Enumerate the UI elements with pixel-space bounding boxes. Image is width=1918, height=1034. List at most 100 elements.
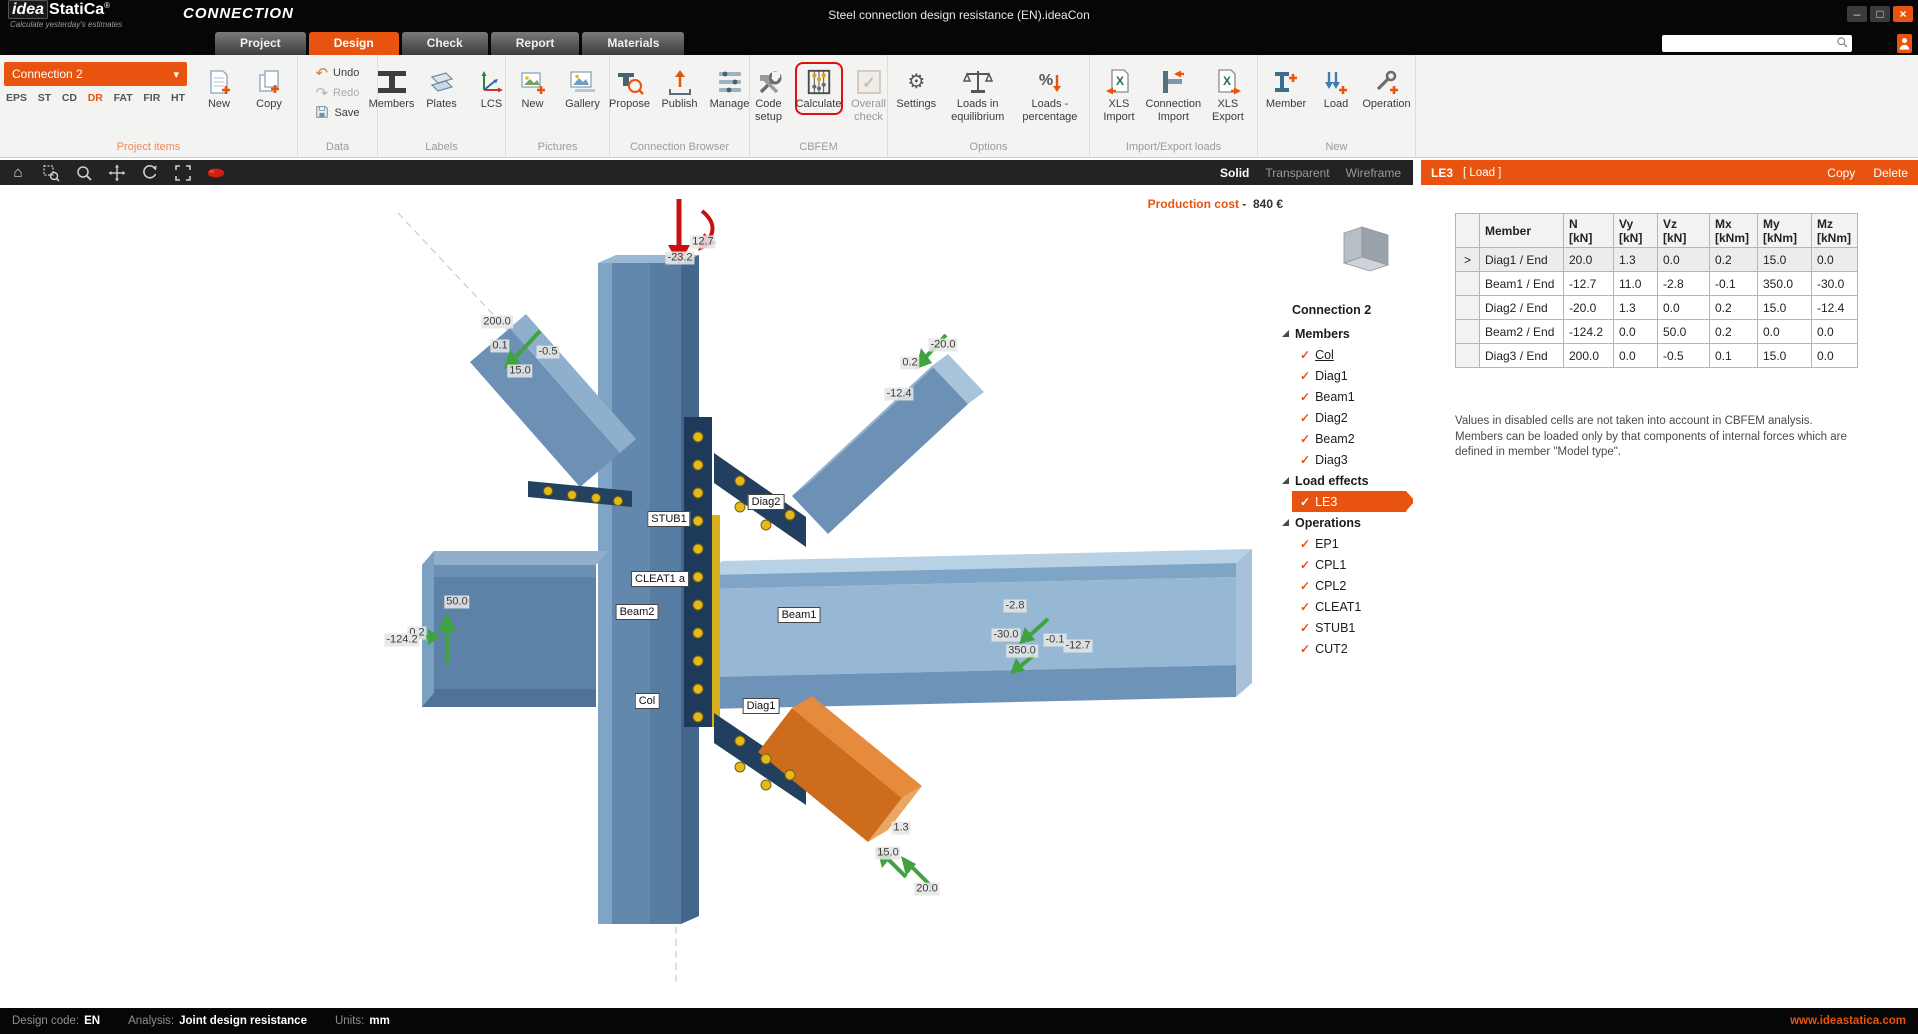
ribbon-tab-row: ProjectDesignCheckReportMaterials bbox=[0, 32, 1918, 55]
ribbon-group-data: ↶ Undo ↷ Redo Save Data bbox=[298, 55, 378, 157]
propose-button[interactable]: Propose bbox=[606, 62, 654, 115]
viewport-3d[interactable]: STUB1CLEAT1 aBeam2Beam1ColDiag2Diag112.7… bbox=[0, 185, 1413, 1008]
code-fat[interactable]: FAT bbox=[114, 92, 133, 104]
new-member-button[interactable]: Member bbox=[1262, 62, 1310, 115]
loads-percentage-button[interactable]: % Loads - percentage bbox=[1015, 62, 1085, 127]
tree-item-col[interactable]: ✓Col bbox=[1278, 344, 1412, 365]
app-logo: ideaStatiCa® Calculate yesterday's estim… bbox=[8, 2, 122, 29]
model-tree: Connection 2Members✓Col✓Diag1✓Beam1✓Diag… bbox=[1278, 301, 1412, 659]
tree-item-cut2[interactable]: ✓CUT2 bbox=[1278, 638, 1412, 659]
display-mode-transparent[interactable]: Transparent bbox=[1265, 166, 1329, 180]
tree-item-cpl2[interactable]: ✓CPL2 bbox=[1278, 575, 1412, 596]
connection-selector[interactable]: Connection 2 ▾ bbox=[4, 62, 187, 86]
code-eps[interactable]: EPS bbox=[6, 92, 27, 104]
new-picture-button[interactable]: New bbox=[509, 62, 557, 115]
search-box[interactable] bbox=[1662, 35, 1852, 52]
display-mode-wireframe[interactable]: Wireframe bbox=[1346, 166, 1401, 180]
tree-item-diag3[interactable]: ✓Diag3 bbox=[1278, 449, 1412, 470]
table-row-beam2-end[interactable]: Beam2 / End-124.20.050.00.20.00.0 bbox=[1456, 320, 1858, 344]
tab-project[interactable]: Project bbox=[215, 32, 306, 55]
table-row-diag1-end[interactable]: >Diag1 / End20.01.30.00.215.00.0 bbox=[1456, 248, 1858, 272]
new-operation-button[interactable]: Operation bbox=[1362, 62, 1411, 115]
tab-check[interactable]: Check bbox=[402, 32, 488, 55]
code-cd[interactable]: CD bbox=[62, 92, 77, 104]
gallery-button[interactable]: Gallery bbox=[559, 62, 607, 115]
code-dr[interactable]: DR bbox=[88, 92, 103, 104]
tree-item-diag1[interactable]: ✓Diag1 bbox=[1278, 365, 1412, 386]
pan-button[interactable] bbox=[107, 163, 127, 183]
group-label-project-items: Project items bbox=[0, 140, 297, 157]
new-item-icon bbox=[207, 66, 231, 98]
tree-root[interactable]: Connection 2 bbox=[1278, 301, 1412, 323]
home-view-button[interactable]: ⌂ bbox=[8, 163, 28, 183]
code-st[interactable]: ST bbox=[38, 92, 51, 104]
orientation-widget[interactable] bbox=[1344, 227, 1388, 271]
connection-import-button[interactable]: Connection Import bbox=[1146, 62, 1201, 127]
delete-load-button[interactable]: Delete bbox=[1873, 166, 1908, 180]
tree-item-beam1[interactable]: ✓Beam1 bbox=[1278, 386, 1412, 407]
undo-button[interactable]: ↶ Undo bbox=[312, 64, 362, 82]
members-labels-button[interactable]: Members bbox=[368, 62, 416, 115]
tree-section-load-effects[interactable]: Load effects bbox=[1278, 470, 1412, 491]
maximize-button[interactable]: □ bbox=[1870, 6, 1890, 22]
zoom-fit-button[interactable] bbox=[173, 163, 193, 183]
tree-section-members[interactable]: Members bbox=[1278, 323, 1412, 344]
gear-icon: ⚙ bbox=[907, 66, 925, 98]
minimize-button[interactable]: – bbox=[1847, 6, 1867, 22]
percent-icon: % bbox=[1036, 66, 1064, 98]
user-account-icon[interactable] bbox=[1897, 34, 1912, 53]
diag1-member[interactable] bbox=[758, 696, 922, 842]
table-row-beam1-end[interactable]: Beam1 / End-12.711.0-2.8-0.1350.0-30.0 bbox=[1456, 272, 1858, 296]
website-link[interactable]: www.ideastatica.com bbox=[1790, 1015, 1906, 1027]
paint-results-button[interactable] bbox=[206, 163, 226, 183]
xls-import-button[interactable]: X XLS Import bbox=[1094, 62, 1144, 127]
publish-button[interactable]: Publish bbox=[656, 62, 704, 115]
code-ht[interactable]: HT bbox=[171, 92, 185, 104]
connection-3d-scene[interactable] bbox=[0, 185, 1413, 1008]
tree-section-operations[interactable]: Operations bbox=[1278, 512, 1412, 533]
save-button[interactable]: Save bbox=[312, 104, 362, 122]
overall-check-button[interactable]: ✓ Overall check bbox=[845, 62, 893, 127]
tree-item-ep1[interactable]: ✓EP1 bbox=[1278, 533, 1412, 554]
settings-button[interactable]: ⚙ Settings bbox=[892, 62, 941, 115]
table-row-diag3-end[interactable]: Diag3 / End200.00.0-0.50.115.00.0 bbox=[1456, 344, 1858, 368]
new-project-item-button[interactable]: New bbox=[195, 62, 243, 115]
redo-button[interactable]: ↷ Redo bbox=[312, 84, 362, 102]
production-cost: Production cost - 840 € bbox=[1148, 197, 1283, 211]
tab-design[interactable]: Design bbox=[309, 32, 399, 55]
beam1-member[interactable] bbox=[706, 549, 1252, 709]
code-setup-button[interactable]: Code setup bbox=[745, 62, 793, 127]
diag2-member[interactable] bbox=[792, 354, 984, 534]
rotate-button[interactable] bbox=[140, 163, 160, 183]
new-load-button[interactable]: Load bbox=[1312, 62, 1360, 115]
tab-materials[interactable]: Materials bbox=[582, 32, 684, 55]
status-analysis: Analysis:Joint design resistance bbox=[128, 1015, 307, 1027]
plates-labels-button[interactable]: Plates bbox=[418, 62, 466, 115]
display-modes: Solid Transparent Wireframe bbox=[1220, 166, 1405, 180]
tab-report[interactable]: Report bbox=[491, 32, 580, 55]
col-member[interactable] bbox=[598, 255, 699, 924]
xls-export-button[interactable]: X XLS Export bbox=[1203, 62, 1253, 127]
logo-idea: idea bbox=[8, 0, 48, 19]
tree-item-cleat1[interactable]: ✓CLEAT1 bbox=[1278, 596, 1412, 617]
scales-icon bbox=[963, 66, 993, 98]
close-button[interactable]: × bbox=[1893, 6, 1913, 22]
zoom-button[interactable] bbox=[74, 163, 94, 183]
table-row-diag2-end[interactable]: Diag2 / End-20.01.30.00.215.0-12.4 bbox=[1456, 296, 1858, 320]
tree-item-cpl1[interactable]: ✓CPL1 bbox=[1278, 554, 1412, 575]
search-input[interactable] bbox=[1666, 37, 1836, 51]
group-label-data: Data bbox=[298, 140, 377, 157]
copy-project-item-button[interactable]: Copy bbox=[245, 62, 293, 115]
tree-item-beam2[interactable]: ✓Beam2 bbox=[1278, 428, 1412, 449]
copy-load-button[interactable]: Copy bbox=[1827, 166, 1855, 180]
tree-item-stub1[interactable]: ✓STUB1 bbox=[1278, 617, 1412, 638]
status-items: Design code:ENAnalysis:Joint design resi… bbox=[12, 1015, 390, 1027]
calculate-button[interactable]: Calculate bbox=[795, 62, 843, 115]
loads-in-equilibrium-button[interactable]: Loads in equilibrium bbox=[943, 62, 1013, 127]
tree-item-le3[interactable]: ✓LE3 bbox=[1292, 491, 1406, 512]
display-mode-solid[interactable]: Solid bbox=[1220, 166, 1249, 180]
code-fir[interactable]: FIR bbox=[143, 92, 160, 104]
tree-item-diag2[interactable]: ✓Diag2 bbox=[1278, 407, 1412, 428]
zoom-window-button[interactable] bbox=[41, 163, 61, 183]
rotate-icon bbox=[141, 164, 159, 182]
